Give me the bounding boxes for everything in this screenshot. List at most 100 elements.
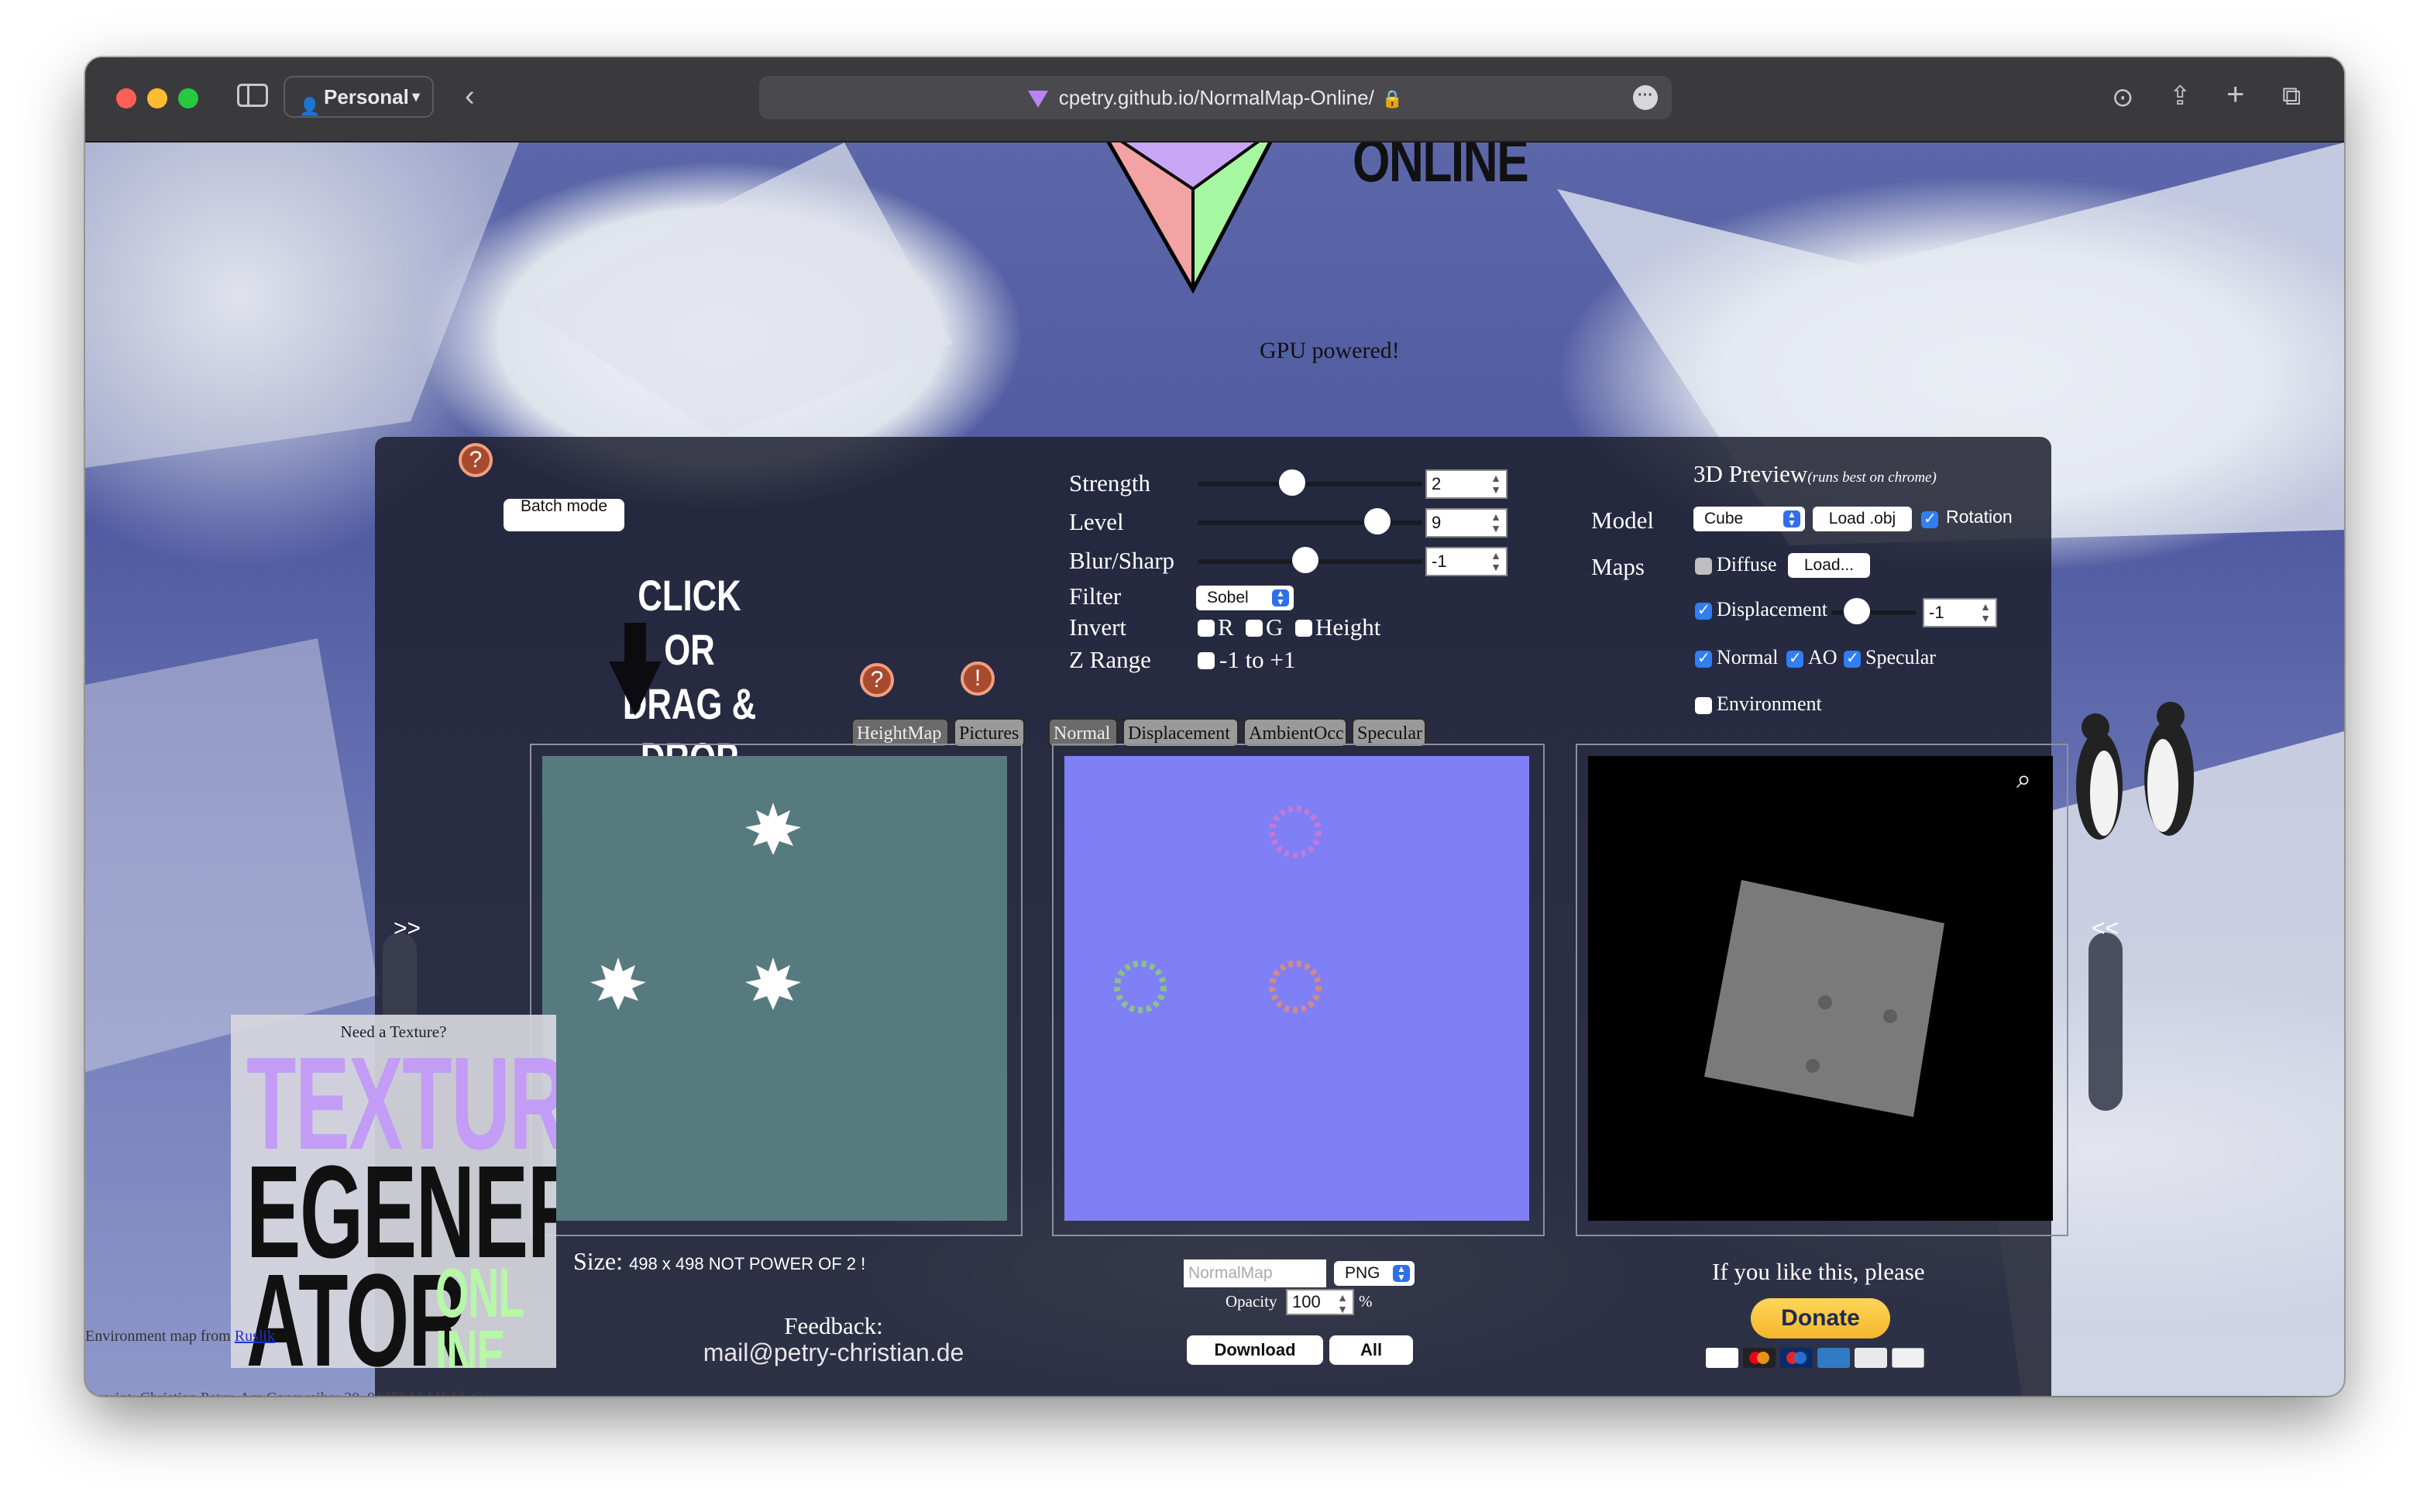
profile-selector[interactable]: 👤 Personal ▼: [284, 76, 434, 118]
new-tab-icon[interactable]: +: [2226, 79, 2244, 110]
size-value: 498 x 498 NOT POWER OF 2 !: [628, 1254, 866, 1273]
level-label: Level: [1069, 508, 1124, 535]
rotation-checkbox[interactable]: [1921, 509, 1938, 528]
downloads-icon[interactable]: ⊙: [2112, 82, 2134, 113]
spinner-icon[interactable]: ▲ ▼: [1490, 511, 1501, 534]
heightmap-stars: [590, 802, 801, 1010]
right-expander[interactable]: [2088, 933, 2123, 1111]
normal-label: Normal: [1717, 646, 1779, 668]
invert-height-checkbox[interactable]: [1295, 620, 1312, 637]
z-range-option: -1 to +1: [1219, 646, 1296, 673]
level-input[interactable]: 9 ▲ ▼: [1425, 508, 1507, 538]
donate-button[interactable]: Donate: [1751, 1298, 1890, 1338]
zoom-icon[interactable]: ⌕: [2016, 764, 2031, 795]
main-panel: ? Batch mode CLICK OR DRAG & DROP ? ! He…: [375, 437, 2123, 1396]
filter-label: Filter: [1069, 582, 1122, 610]
filter-select[interactable]: Sobel ▲ ▼: [1196, 586, 1294, 610]
model-select[interactable]: Cube ▲ ▼: [1693, 507, 1805, 531]
chevron-down-icon: ▼: [409, 89, 423, 105]
download-all-button[interactable]: All: [1329, 1335, 1413, 1365]
invert-g-checkbox[interactable]: [1246, 620, 1263, 637]
pictures-warning-icon[interactable]: !: [961, 662, 995, 696]
amex-icon: [1817, 1348, 1850, 1368]
normalmap-canvas[interactable]: [1064, 756, 1529, 1221]
blur-sharp-value: -1: [1432, 552, 1447, 571]
ruslik-link[interactable]: Ruslik: [235, 1328, 275, 1345]
invert-label: Invert: [1069, 613, 1127, 641]
select-arrows-icon: ▲ ▼: [1272, 589, 1289, 607]
tab-overview-icon[interactable]: ⧉: [2282, 81, 2301, 112]
bank-card-icon: [1892, 1348, 1924, 1368]
displacement-input[interactable]: -1 ▲ ▼: [1923, 598, 1997, 627]
tagline: GPU powered!: [1260, 338, 1400, 363]
envmap-credit: Environment map from Ruslik: [85, 1328, 275, 1345]
displacement-slider-thumb[interactable]: [1844, 598, 1870, 624]
filename-input[interactable]: NormalMap: [1184, 1259, 1326, 1287]
invert-r-label: R: [1218, 613, 1234, 641]
diffuse-label: Diffuse: [1717, 553, 1777, 576]
batch-mode-button[interactable]: Batch mode: [504, 499, 624, 531]
format-select[interactable]: PNG ▲ ▼: [1334, 1261, 1415, 1286]
address-bar[interactable]: cpetry.github.io/NormalMap-Online/ 🔒 ···: [759, 76, 1672, 119]
filter-value: Sobel: [1207, 589, 1249, 607]
blur-sharp-label: Blur/Sharp: [1069, 547, 1175, 574]
environment-label: Environment: [1717, 692, 1822, 715]
strength-slider-thumb[interactable]: [1278, 469, 1305, 496]
batch-help-icon[interactable]: ?: [459, 443, 493, 477]
profile-label: Personal: [324, 85, 409, 108]
preview-subtitle: (runs best on chrome): [1807, 469, 1937, 486]
normal-checkbox[interactable]: [1695, 648, 1712, 668]
back-icon[interactable]: ‹: [465, 81, 475, 112]
ao-checkbox[interactable]: [1786, 648, 1803, 668]
share-icon[interactable]: ⇪: [2169, 81, 2192, 112]
strength-label: Strength: [1069, 469, 1151, 497]
spinner-icon[interactable]: ▲ ▼: [1490, 472, 1501, 496]
blur-sharp-slider-thumb[interactable]: [1292, 547, 1319, 573]
z-range-label: Z Range: [1069, 646, 1151, 673]
zoom-window-button[interactable]: [178, 88, 198, 108]
load-obj-button[interactable]: Load .obj: [1813, 507, 1912, 531]
download-button[interactable]: Download: [1187, 1335, 1323, 1365]
url-text: cpetry.github.io/NormalMap-Online/: [1058, 86, 1374, 109]
minimize-window-button[interactable]: [147, 88, 167, 108]
environment-checkbox[interactable]: [1695, 697, 1712, 714]
penguins-image: [2076, 702, 2194, 840]
displacement-value: -1: [1929, 603, 1944, 622]
invert-r-checkbox[interactable]: [1198, 620, 1215, 637]
strength-slider[interactable]: [1198, 482, 1422, 486]
feedback-email-link[interactable]: mail@petry-christian.de: [640, 1338, 1027, 1367]
maestro-icon: [1780, 1348, 1813, 1368]
discover-icon: [1855, 1348, 1887, 1368]
format-value: PNG: [1345, 1264, 1380, 1282]
size-label-text: Size:: [573, 1247, 623, 1275]
heightmap-canvas[interactable]: [542, 756, 1007, 1221]
browser-toolbar: 👤 Personal ▼ ‹ cpetry.github.io/NormalMa…: [85, 57, 2344, 143]
diffuse-checkbox[interactable]: [1695, 558, 1712, 575]
sidebar-toggle-icon[interactable]: [237, 84, 268, 107]
invert-g-label: G: [1266, 613, 1284, 641]
spinner-icon[interactable]: ▲ ▼: [1337, 1292, 1348, 1315]
page-content: ONLINE GPU powered! ? Batch mode CLICK O…: [85, 143, 2344, 1396]
strength-input[interactable]: 2 ▲ ▼: [1425, 469, 1507, 499]
blur-sharp-input[interactable]: -1 ▲ ▼: [1425, 547, 1507, 576]
expand-left-button[interactable]: >>: [394, 916, 421, 942]
spinner-icon[interactable]: ▲ ▼: [1980, 601, 1991, 624]
collapse-right-button[interactable]: <<: [2092, 916, 2119, 942]
preview-canvas[interactable]: ⌕: [1588, 756, 2053, 1221]
displacement-checkbox[interactable]: [1695, 600, 1712, 620]
close-window-button[interactable]: [116, 88, 136, 108]
heightmap-help-icon[interactable]: ?: [860, 663, 894, 697]
preview-title: 3D Preview(runs best on chrome): [1693, 460, 1937, 488]
z-range-checkbox[interactable]: [1198, 652, 1215, 669]
preview-title-text: 3D Preview: [1693, 460, 1808, 487]
page-menu-icon[interactable]: ···: [1633, 85, 1658, 110]
level-slider-thumb[interactable]: [1364, 508, 1391, 534]
load-diffuse-button[interactable]: Load...: [1788, 553, 1870, 578]
normalmap-rings: [1114, 806, 1322, 1013]
strength-value: 2: [1432, 474, 1442, 493]
spinner-icon[interactable]: ▲ ▼: [1490, 550, 1501, 573]
ad-online: ONL INE: [435, 1255, 524, 1368]
texture-generator-ad[interactable]: Need a Texture? TEXTUR EGENER ATOR ONL I…: [231, 1015, 556, 1368]
specular-checkbox[interactable]: [1844, 648, 1861, 668]
opacity-input[interactable]: 100 ▲ ▼: [1286, 1289, 1354, 1315]
